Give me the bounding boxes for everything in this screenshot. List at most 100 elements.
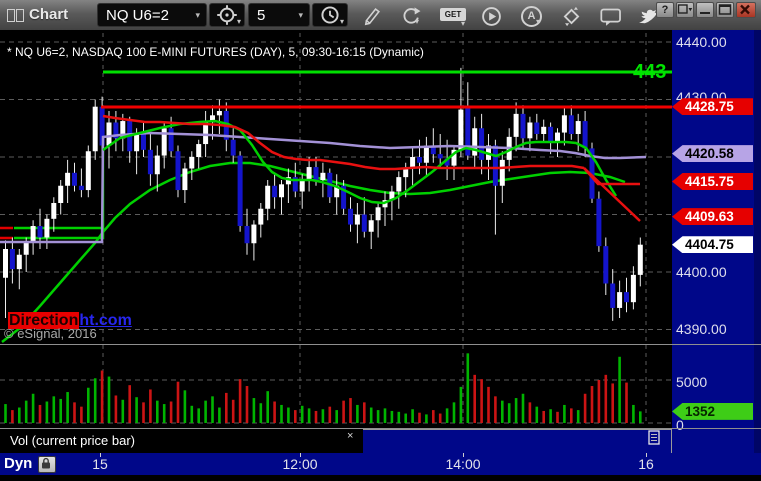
candle[interactable]	[368, 220, 374, 232]
candle[interactable]	[203, 122, 209, 145]
candle[interactable]	[637, 244, 643, 275]
candle[interactable]	[9, 249, 15, 270]
candle[interactable]	[375, 207, 381, 221]
symbol-input[interactable]: NQ U6=2 ▾	[97, 3, 207, 27]
candle[interactable]	[299, 180, 305, 192]
candle[interactable]	[320, 172, 326, 180]
candle[interactable]	[216, 111, 222, 116]
candle[interactable]	[568, 115, 574, 134]
candle[interactable]	[575, 121, 581, 134]
chart-canvas[interactable]: * NQ U6=2, NASDAQ 100 E-MINI FUTURES (DA…	[0, 30, 672, 453]
candle[interactable]	[23, 241, 29, 255]
page-icon[interactable]	[648, 430, 661, 445]
minimize-button[interactable]	[696, 2, 714, 18]
candle[interactable]	[58, 185, 64, 203]
candle[interactable]	[492, 145, 498, 186]
close-button[interactable]	[736, 2, 756, 18]
candle[interactable]	[72, 172, 77, 186]
candle[interactable]	[141, 134, 146, 150]
time-template-button[interactable]: ▾	[312, 3, 348, 27]
candle[interactable]	[3, 249, 8, 278]
volume-bar	[87, 387, 90, 423]
alerts-button[interactable]: A ▾	[521, 6, 543, 27]
candle[interactable]	[78, 185, 84, 191]
candle[interactable]	[610, 283, 616, 308]
candle[interactable]	[189, 157, 195, 169]
candle[interactable]	[596, 198, 602, 247]
chevron-down-icon[interactable]: ▾	[195, 10, 200, 21]
candle[interactable]	[479, 128, 485, 160]
candle[interactable]	[85, 151, 91, 191]
volume-bar	[100, 370, 104, 423]
help-button[interactable]: ?	[656, 2, 674, 18]
close-icon[interactable]: ×	[347, 430, 353, 442]
candle[interactable]	[403, 168, 409, 178]
candlestick-chart[interactable]	[0, 30, 672, 453]
candle[interactable]	[548, 126, 554, 143]
candle[interactable]	[196, 144, 202, 157]
candle[interactable]	[154, 155, 160, 175]
get-data-button[interactable]: GET ▾	[440, 8, 468, 28]
candle[interactable]	[134, 134, 140, 152]
candle[interactable]	[37, 226, 43, 238]
candle[interactable]	[265, 185, 271, 209]
candle[interactable]	[617, 292, 623, 308]
comment-button[interactable]	[600, 8, 622, 28]
candle[interactable]	[348, 208, 353, 225]
candle[interactable]	[313, 167, 319, 180]
candle[interactable]	[499, 159, 505, 186]
candle[interactable]	[65, 172, 71, 186]
candle[interactable]	[472, 128, 478, 156]
candle[interactable]	[92, 106, 98, 152]
candle[interactable]	[44, 218, 50, 238]
candle[interactable]	[520, 113, 526, 139]
candle[interactable]	[272, 185, 278, 198]
candle[interactable]	[630, 274, 636, 303]
restore-button[interactable]	[676, 2, 694, 18]
candle[interactable]	[182, 168, 188, 191]
candle[interactable]	[513, 113, 519, 137]
panel-separator[interactable]	[0, 344, 761, 345]
dynamic-mode-button[interactable]: Dyn	[4, 455, 32, 472]
candle[interactable]	[541, 126, 547, 134]
candle[interactable]	[251, 224, 257, 244]
candle[interactable]	[582, 121, 588, 149]
candle[interactable]	[306, 167, 312, 180]
time-axis[interactable]: Dyn 15 12:00 14:00 16	[0, 453, 761, 475]
candle[interactable]	[437, 154, 443, 159]
candle[interactable]	[361, 214, 367, 232]
candle[interactable]	[354, 214, 360, 225]
share-button[interactable]	[561, 6, 583, 27]
candle[interactable]	[230, 139, 236, 156]
interval-input[interactable]: 5 ▾	[248, 3, 310, 27]
candle[interactable]	[147, 149, 153, 175]
candle[interactable]	[244, 226, 250, 244]
symbol-settings-button[interactable]: ▾	[209, 3, 245, 27]
candle[interactable]	[51, 203, 57, 219]
candle[interactable]	[417, 157, 422, 163]
candle[interactable]	[237, 155, 243, 226]
candle[interactable]	[561, 115, 567, 133]
volume-bar	[445, 408, 449, 423]
reload-button[interactable]: ▾	[400, 6, 422, 26]
candle[interactable]	[175, 151, 181, 191]
candle[interactable]	[603, 246, 609, 284]
candle[interactable]	[258, 208, 264, 225]
chevron-down-icon[interactable]: ▾	[298, 10, 303, 21]
candle[interactable]	[534, 122, 540, 135]
price-axis[interactable]: 4440.00 4430.00 4400.00 4390.00 4428.75 4420.…	[672, 30, 761, 453]
volume-bar	[307, 408, 311, 423]
candle[interactable]	[30, 226, 36, 242]
candle[interactable]	[624, 292, 629, 303]
candle[interactable]	[106, 122, 112, 146]
candle[interactable]	[458, 109, 464, 150]
draw-button[interactable]	[362, 6, 384, 26]
candle[interactable]	[168, 128, 174, 152]
candle[interactable]	[279, 184, 284, 198]
candle[interactable]	[396, 177, 402, 192]
play-button[interactable]	[481, 6, 503, 26]
maximize-button[interactable]	[716, 2, 734, 18]
candle[interactable]	[527, 122, 533, 139]
lock-icon[interactable]	[38, 456, 56, 473]
candle[interactable]	[16, 254, 22, 270]
